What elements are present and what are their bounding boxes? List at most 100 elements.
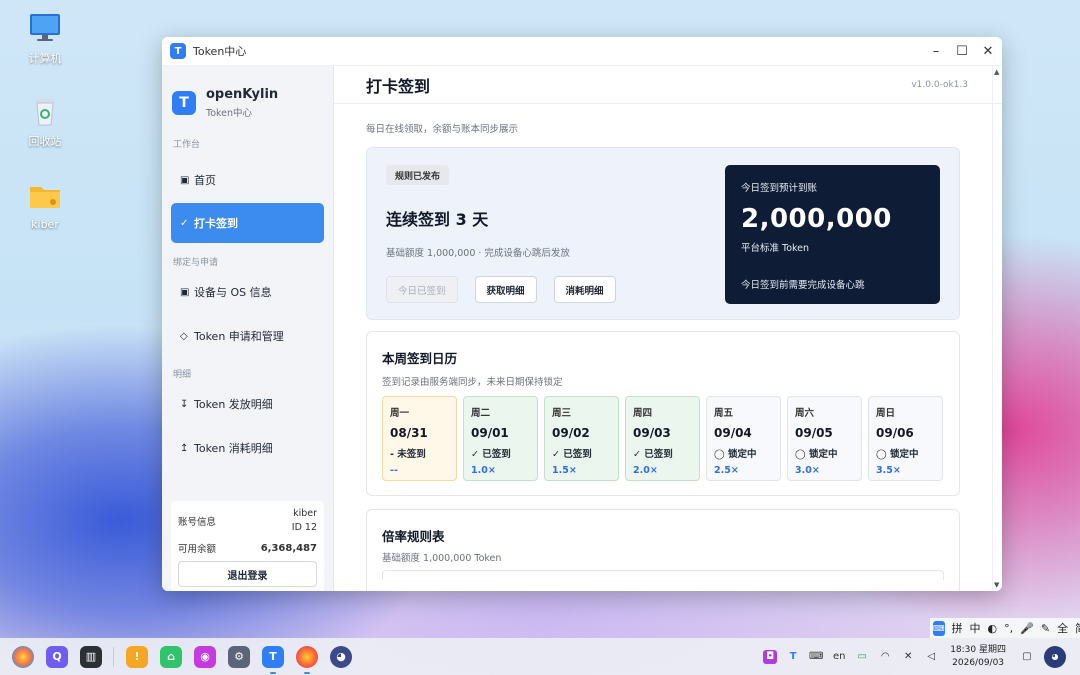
check-icon: ✓ <box>180 217 189 229</box>
expected-reward-amount: 2,000,000 <box>741 204 892 234</box>
page-description: 每日在线领取，余额与账本同步展示 <box>366 124 519 135</box>
moon-icon[interactable]: ◐ <box>988 622 998 635</box>
heartbeat-tip: 今日签到前需要完成设备心跳 <box>741 280 865 291</box>
clock-time: 18:30 星期四 <box>950 644 1006 655</box>
multiplier-rules-card: 倍率规则表 基础额度 1,000,000 Token <box>366 509 960 591</box>
day-status: - 未签到 <box>390 449 426 460</box>
ime-logo-icon[interactable]: ⌨ <box>933 620 945 636</box>
consume-details-button[interactable]: 消耗明细 <box>553 276 616 303</box>
punctuation-icon[interactable]: °, <box>1004 622 1013 635</box>
start-menu-icon[interactable] <box>12 645 34 668</box>
app-store-icon[interactable]: ! <box>126 645 148 668</box>
balance-value: 6,368,487 <box>260 542 317 554</box>
logout-button[interactable]: 退出登录 <box>178 561 317 587</box>
battery-icon[interactable]: ▭ <box>855 650 869 664</box>
day-date: 09/01 <box>471 426 509 440</box>
clock[interactable]: 18:30 星期四 2026/09/03 <box>950 644 1006 670</box>
search-icon[interactable]: Q <box>46 645 68 668</box>
taskbar: Q ▥ ! ⌂ ◉ ⚙ T ◕ ◘ T ⌨ en ▭ ◠ ✕ ◁ 18:30 星… <box>0 638 1080 675</box>
token-logo-icon: T <box>172 91 196 115</box>
minimize-button[interactable]: – <box>930 44 942 59</box>
sidebar-item-device-os[interactable]: ▣ 设备与 OS 信息 <box>171 272 324 312</box>
multitask-view-icon[interactable]: ▥ <box>80 645 102 668</box>
arrow-down-icon: ↧ <box>180 398 189 410</box>
sidebar-item-label: 打卡签到 <box>194 217 238 230</box>
calendar-day[interactable]: 周五 09/04 ◯ 锁定中 2.5× <box>706 396 781 481</box>
ime-pinyin[interactable]: 拼 <box>952 620 963 636</box>
day-multiplier: -- <box>390 465 398 476</box>
day-weekday: 周一 <box>390 408 410 419</box>
diamond-icon: ◇ <box>180 330 188 342</box>
expected-reward-card: 今日签到预计到账 2,000,000 平台标准 Token 今日签到前需要完成设… <box>725 165 940 304</box>
volume-icon[interactable]: ◁ <box>924 650 938 664</box>
sidebar-item-home[interactable]: ▣ 首页 <box>171 160 324 200</box>
ime-simplified[interactable]: 简 <box>1075 620 1080 636</box>
microphone-icon[interactable]: 🎤 <box>1020 622 1034 635</box>
settings-gear-icon[interactable]: ⚙ <box>228 645 250 668</box>
square-icon: ▣ <box>180 174 190 186</box>
assistant-icon[interactable]: ◕ <box>330 645 352 668</box>
pen-icon[interactable]: ✎ <box>1041 622 1050 635</box>
sidebar-item-token-apply[interactable]: ◇ Token 申请和管理 <box>171 316 324 356</box>
ime-fullwidth[interactable]: 全 <box>1057 620 1068 636</box>
day-multiplier: 3.5× <box>876 465 901 476</box>
sidebar: T openKylin Token中心 工作台 ▣ 首页 ✓ 打卡签到 绑定与申… <box>162 66 334 591</box>
calendar-day[interactable]: 周日 09/06 ◯ 锁定中 3.5× <box>868 396 943 481</box>
day-status: ✓ 已签到 <box>552 449 592 460</box>
calendar-title: 本周签到日历 <box>382 351 458 366</box>
sidebar-item-label: 首页 <box>194 174 216 187</box>
checked-in-button[interactable]: 今日已签到 <box>386 276 458 303</box>
day-multiplier: 2.0× <box>633 465 658 476</box>
sidebar-item-label: Token 消耗明细 <box>194 442 273 455</box>
desktop-icon-recycle-bin[interactable]: 回收站 <box>10 93 80 149</box>
notification-icon[interactable]: ▢ <box>1020 650 1034 664</box>
day-status: ◯ 锁定中 <box>876 449 919 460</box>
desktop-icon-kiber-folder[interactable]: kiber <box>10 178 80 231</box>
firefox-icon[interactable] <box>296 645 318 674</box>
day-date: 09/06 <box>876 426 914 440</box>
day-weekday: 周二 <box>471 408 491 419</box>
section-label-workbench: 工作台 <box>173 140 201 150</box>
day-weekday: 周四 <box>633 408 653 419</box>
sidebar-item-checkin[interactable]: ✓ 打卡签到 <box>171 203 324 243</box>
wifi-icon[interactable]: ◠ <box>878 650 892 664</box>
keyboard-icon[interactable]: ⌨ <box>809 650 823 664</box>
tray-app-icon[interactable]: ◘ <box>763 649 778 664</box>
section-label-binding: 绑定与申请 <box>173 258 219 268</box>
calendar-day[interactable]: 周四 09/03 ✓ 已签到 2.0× <box>625 396 700 481</box>
get-details-button[interactable]: 获取明细 <box>474 276 537 303</box>
title-bar[interactable]: T Token中心 – ☐ ✕ <box>162 37 1002 66</box>
square-icon: ▣ <box>180 286 190 298</box>
day-weekday: 周日 <box>876 408 896 419</box>
sidebar-item-label: Token 发放明细 <box>194 398 273 411</box>
desktop-icon-computer[interactable]: 计算机 <box>10 10 80 66</box>
calendar-day[interactable]: 周六 09/05 ◯ 锁定中 3.0× <box>787 396 862 481</box>
brand-sub: Token中心 <box>206 108 253 119</box>
window-title: Token中心 <box>193 45 247 58</box>
rules-subtitle: 基础额度 1,000,000 Token <box>382 553 502 564</box>
sidebar-item-token-consume[interactable]: ↥ Token 消耗明细 <box>171 428 324 468</box>
calendar-day[interactable]: 周三 09/02 ✓ 已签到 1.5× <box>544 396 619 481</box>
sidebar-item-label: Token 申请和管理 <box>194 330 284 343</box>
language-indicator[interactable]: en <box>832 650 846 664</box>
calendar-day[interactable]: 周二 09/01 ✓ 已签到 1.0× <box>463 396 538 481</box>
vertical-scrollbar[interactable]: ▲ ▼ <box>992 66 1002 591</box>
tray-token-icon[interactable]: T <box>786 650 800 664</box>
day-multiplier: 1.0× <box>471 465 496 476</box>
day-date: 09/03 <box>633 426 671 440</box>
ime-chinese-mode[interactable]: 中 <box>970 620 981 636</box>
token-center-taskbar-icon[interactable]: T <box>262 645 284 674</box>
user-avatar[interactable]: ◕ <box>1044 645 1066 668</box>
sidebar-item-token-issue[interactable]: ↧ Token 发放明细 <box>171 384 324 424</box>
brand-name: openKylin <box>206 87 279 102</box>
day-date: 09/04 <box>714 426 752 440</box>
calendar-day[interactable]: 周一 08/31 - 未签到 -- <box>382 396 457 481</box>
streak-title: 连续签到 3 天 <box>386 210 489 229</box>
page-content: 每日在线领取，余额与账本同步展示 规则已发布 连续签到 3 天 基础额度 1,0… <box>366 104 960 591</box>
close-button[interactable]: ✕ <box>982 44 994 59</box>
camera-icon[interactable]: ◉ <box>194 645 216 668</box>
maximize-button[interactable]: ☐ <box>956 44 968 59</box>
day-date: 08/31 <box>390 426 428 440</box>
bluetooth-off-icon[interactable]: ✕ <box>901 650 915 664</box>
terminal-icon[interactable]: ⌂ <box>160 645 182 668</box>
